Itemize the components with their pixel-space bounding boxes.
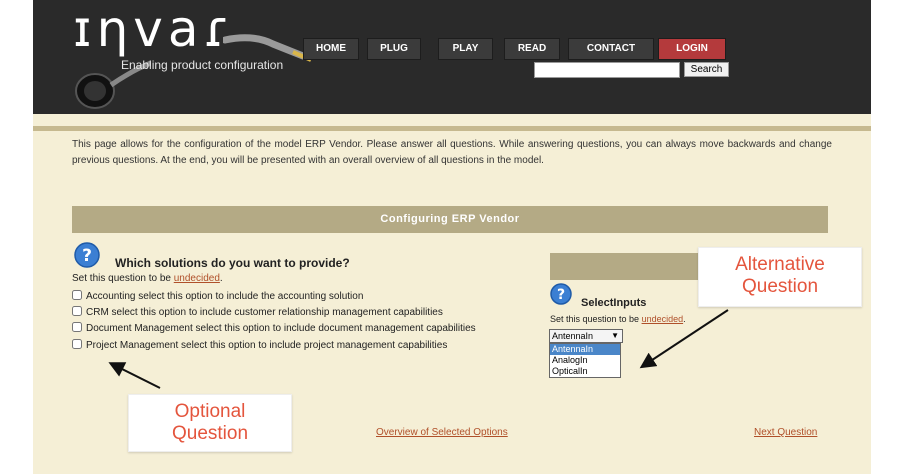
arrow-to-optional [108,362,161,389]
arrow-to-alternative [639,309,729,369]
annotation-arrows [108,309,729,389]
